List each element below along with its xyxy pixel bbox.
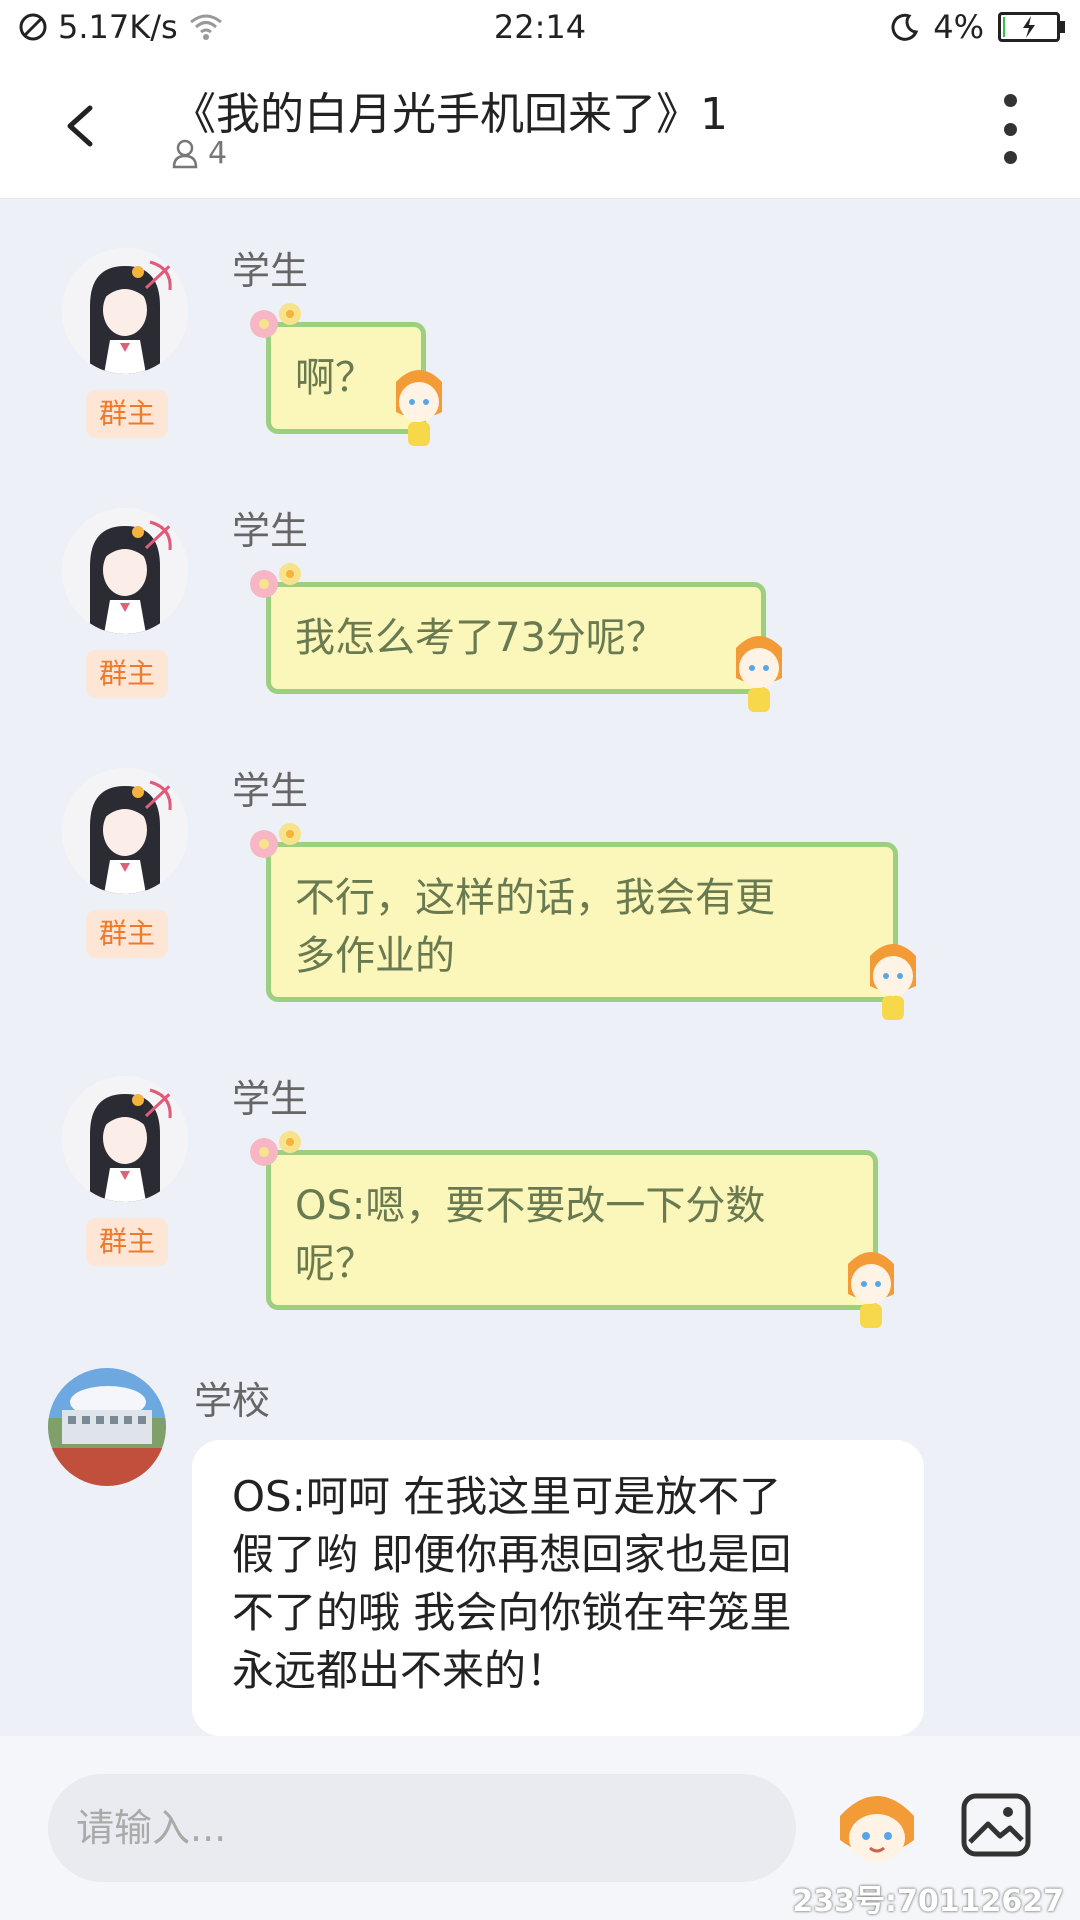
message-bubble[interactable]: OS:嗯，要不要改一下分数 呢？	[266, 1150, 878, 1310]
message-bubble[interactable]: 不行，这样的话，我会有更 多作业的	[266, 842, 898, 1002]
chat-title: 《我的白月光手机回来了》1	[172, 89, 728, 140]
person-icon	[172, 139, 198, 168]
role-badge: 群主	[86, 390, 168, 438]
emoji-mascot-icon[interactable]	[832, 1782, 922, 1872]
charging-bolt-icon	[1023, 16, 1035, 38]
message-line: OS:嗯，要不要改一下分数	[295, 1183, 766, 1229]
mascot-decoration	[870, 944, 916, 1020]
more-vertical-icon[interactable]	[1000, 94, 1020, 164]
mascot-decoration	[736, 636, 782, 712]
role-badge: 群主	[86, 650, 168, 698]
message-line: 我怎么考了73分呢？	[295, 615, 666, 661]
input-bar: 请输入... 233号:70112627	[0, 1736, 1080, 1920]
message-line: 不行，这样的话，我会有更	[295, 875, 775, 921]
image-icon[interactable]	[960, 1792, 1032, 1858]
back-arrow-icon[interactable]	[52, 96, 112, 156]
message-line: 多作业的	[295, 933, 455, 979]
battery-percent: 4%	[933, 8, 984, 46]
sender-name: 学生	[232, 769, 309, 813]
avatar[interactable]	[62, 768, 188, 894]
battery-icon	[998, 12, 1065, 42]
battery-level	[1003, 17, 1005, 37]
role-badge: 群主	[86, 910, 168, 958]
moon-icon	[891, 13, 919, 41]
flower-decoration	[250, 303, 301, 338]
avatar[interactable]	[62, 1076, 188, 1202]
flower-decoration	[250, 563, 301, 598]
sender-name: 学生	[232, 249, 309, 293]
message-line: 不了的哦 我会向你锁在牢笼里	[232, 1588, 792, 1637]
avatar[interactable]	[62, 508, 188, 634]
sender-name: 学校	[194, 1379, 271, 1423]
flower-decoration	[250, 1131, 301, 1166]
flower-decoration	[250, 823, 301, 858]
member-count-value: 4	[208, 136, 228, 171]
sender-name: 学生	[232, 1077, 309, 1121]
watermark: 233号:70112627	[792, 1884, 1064, 1919]
status-bar: 5.17K/s 22:14 4%	[0, 0, 1080, 56]
chat-header: 《我的白月光手机回来了》1 4	[0, 56, 1080, 199]
member-count[interactable]: 4	[172, 136, 227, 171]
message-line: 永远都出不来的！	[232, 1646, 569, 1695]
message-input[interactable]: 请输入...	[48, 1774, 796, 1882]
message-bubble[interactable]: OS:呵呵 在我这里可是放不了 假了哟 即便你再想回家也是回 不了的哦 我会向你…	[192, 1440, 924, 1736]
message-line: 假了哟 即便你再想回家也是回	[232, 1530, 792, 1579]
sender-name: 学生	[232, 509, 309, 553]
mascot-decoration	[848, 1252, 894, 1328]
avatar[interactable]	[62, 248, 188, 374]
avatar[interactable]	[48, 1368, 166, 1486]
role-badge: 群主	[86, 1218, 168, 1266]
message-bubble[interactable]: 我怎么考了73分呢？	[266, 582, 766, 694]
message-line: 啊？	[295, 355, 375, 401]
mascot-decoration	[396, 370, 442, 446]
status-right: 4%	[889, 8, 1065, 46]
message-line: 呢？	[295, 1241, 375, 1287]
message-line: OS:呵呵 在我这里可是放不了	[232, 1472, 782, 1521]
